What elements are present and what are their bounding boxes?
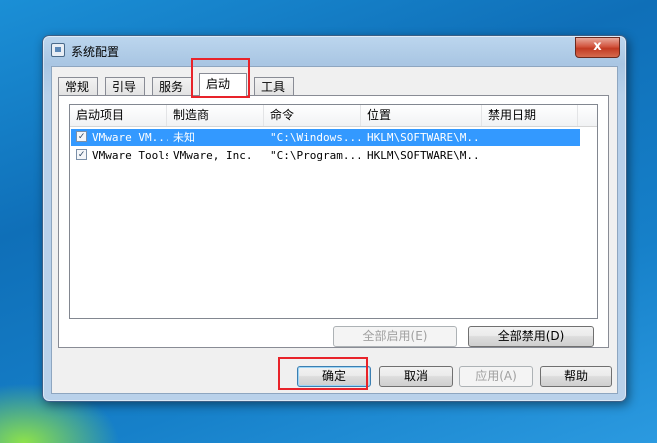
column-startup-item[interactable]: 启动项目 <box>70 105 167 126</box>
cell-item: VMware VM... <box>92 131 168 144</box>
column-date-disabled[interactable]: 禁用日期 <box>482 105 578 126</box>
tab-tools[interactable]: 工具 <box>254 77 294 95</box>
dialog-client-area: 常规 引导 服务 启动 工具 启动项目 制造商 命令 位置 禁用日期 ✓ VMw… <box>51 66 618 394</box>
cell-location: HKLM\SOFTWARE\M... <box>367 149 481 162</box>
cell-manufacturer: 未知 <box>173 131 195 144</box>
table-row[interactable]: ✓ VMware VM... 未知 "C:\Windows... HKLM\SO… <box>71 129 580 146</box>
cancel-button[interactable]: 取消 <box>379 366 453 387</box>
enable-all-button[interactable]: 全部启用(E) <box>333 326 457 347</box>
table-row[interactable]: ✓ VMware Tools VMware, Inc. "C:\Program.… <box>71 147 580 164</box>
startup-items-list[interactable]: 启动项目 制造商 命令 位置 禁用日期 ✓ VMware VM... 未知 "C… <box>69 104 598 319</box>
cell-date <box>488 147 578 164</box>
msconfig-app-icon <box>51 43 65 57</box>
tab-general[interactable]: 常规 <box>58 77 98 95</box>
system-config-window: 系统配置 x 常规 引导 服务 启动 工具 启动项目 制造商 命令 位置 禁用日… <box>42 35 627 402</box>
close-button[interactable]: x <box>575 37 620 58</box>
column-command[interactable]: 命令 <box>264 105 361 126</box>
disable-all-button[interactable]: 全部禁用(D) <box>468 326 594 347</box>
row-checkbox[interactable]: ✓ <box>76 149 87 160</box>
cell-date <box>488 129 578 146</box>
column-location[interactable]: 位置 <box>361 105 482 126</box>
tab-startup[interactable]: 启动 <box>199 73 247 96</box>
cell-manufacturer: VMware, Inc. <box>173 149 253 162</box>
cell-command: "C:\Windows... <box>270 131 360 144</box>
window-title: 系统配置 <box>71 45 120 59</box>
title-bar[interactable]: 系统配置 x <box>43 36 626 64</box>
cell-item: VMware Tools <box>92 149 168 162</box>
cell-location: HKLM\SOFTWARE\M... <box>367 131 481 144</box>
tab-services[interactable]: 服务 <box>152 77 192 95</box>
row-checkbox[interactable]: ✓ <box>76 131 87 142</box>
list-header: 启动项目 制造商 命令 位置 禁用日期 <box>70 105 597 127</box>
startup-tab-panel: 启动项目 制造商 命令 位置 禁用日期 ✓ VMware VM... 未知 "C… <box>58 95 609 348</box>
tab-boot[interactable]: 引导 <box>105 77 145 95</box>
column-manufacturer[interactable]: 制造商 <box>167 105 264 126</box>
ok-button[interactable]: 确定 <box>297 366 371 387</box>
apply-button[interactable]: 应用(A) <box>459 366 533 387</box>
help-button[interactable]: 帮助 <box>540 366 612 387</box>
cell-command: "C:\Program... <box>270 149 360 162</box>
